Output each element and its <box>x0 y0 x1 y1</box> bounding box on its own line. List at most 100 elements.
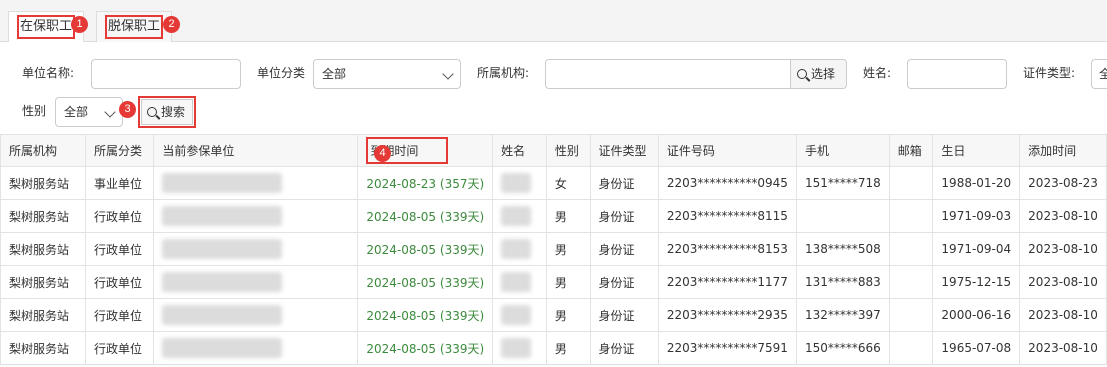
redacted-name <box>501 239 532 259</box>
cell-unit <box>153 298 359 332</box>
unit-category-value: 全部 <box>322 67 347 81</box>
cell-added: 2023-08-10 <box>1019 265 1107 299</box>
org-input[interactable] <box>545 59 791 89</box>
cell-added: 2023-08-10 <box>1019 199 1107 233</box>
cell-id-no: 2203**********8153 <box>657 232 797 266</box>
cell-org: 梨树服务站 <box>0 199 87 233</box>
unit-category-label: 单位分类 <box>257 66 306 80</box>
name-input[interactable] <box>907 59 1007 89</box>
unit-category-select[interactable]: 全部 <box>313 59 461 89</box>
table-row[interactable]: 梨树服务站 事业单位 2024-08-23 (357天) 女 身份证 2203*… <box>0 166 1107 200</box>
cell-gender: 男 <box>545 232 591 266</box>
cell-added: 2023-08-10 <box>1019 298 1107 332</box>
redacted-name <box>501 272 532 292</box>
column-header-added[interactable]: 添加时间 <box>1019 134 1107 167</box>
redacted-unit <box>162 173 283 193</box>
search-icon <box>797 69 807 79</box>
cell-expiry: 2024-08-05 (339天) <box>357 298 494 332</box>
column-header-phone[interactable]: 手机 <box>795 134 890 167</box>
cell-gender: 女 <box>545 166 591 200</box>
cell-expiry: 2024-08-05 (339天) <box>357 199 494 233</box>
cell-id-type: 身份证 <box>589 166 659 200</box>
cell-name <box>492 166 547 200</box>
cell-birthday: 1988-01-20 <box>932 166 1021 200</box>
column-header-name[interactable]: 姓名 <box>492 134 547 167</box>
cell-org: 梨树服务站 <box>0 166 87 200</box>
cell-name <box>492 298 547 332</box>
column-header-birthday[interactable]: 生日 <box>932 134 1021 167</box>
gender-label: 性别 <box>22 104 47 118</box>
cell-birthday: 1971-09-04 <box>932 232 1021 266</box>
cell-email <box>888 166 934 200</box>
column-header-id-no[interactable]: 证件号码 <box>657 134 797 167</box>
cell-gender: 男 <box>545 199 591 233</box>
cell-org: 梨树服务站 <box>0 331 87 365</box>
filter-panel: 单位名称: 单位分类 全部 所属机构: 选择 姓名: 证件类型: 全 性别 全部… <box>0 42 1107 134</box>
cell-category: 行政单位 <box>85 199 155 233</box>
table-row[interactable]: 梨树服务站 行政单位 2024-08-05 (339天) 男 身份证 2203*… <box>0 265 1107 299</box>
search-button[interactable]: 搜索 <box>138 96 196 128</box>
cell-category: 行政单位 <box>85 331 155 365</box>
redacted-name <box>501 338 532 358</box>
cell-birthday: 2000-06-16 <box>932 298 1021 332</box>
cell-id-type: 身份证 <box>589 331 659 365</box>
cell-email <box>888 232 934 266</box>
cell-gender: 男 <box>545 331 591 365</box>
cell-name <box>492 265 547 299</box>
cell-unit <box>153 166 359 200</box>
column-header-id-type[interactable]: 证件类型 <box>589 134 659 167</box>
cell-unit <box>153 232 359 266</box>
cell-id-no: 2203**********0945 <box>657 166 797 200</box>
table-row[interactable]: 梨树服务站 行政单位 2024-08-05 (339天) 男 身份证 2203*… <box>0 232 1107 266</box>
tab-uninsured-employees[interactable]: 脱保职工 <box>96 11 173 42</box>
cell-unit <box>153 265 359 299</box>
cell-expiry: 2024-08-23 (357天) <box>357 166 494 200</box>
table-header-row: 所属机构 所属分类 当前参保单位 到期时间 姓名 性别 证件类型 证件号码 手机… <box>0 134 1107 167</box>
cell-email <box>888 331 934 365</box>
cell-id-type: 身份证 <box>589 298 659 332</box>
redacted-unit <box>162 239 283 259</box>
column-header-unit[interactable]: 当前参保单位 <box>153 134 359 167</box>
table-row[interactable]: 梨树服务站 行政单位 2024-08-05 (339天) 男 身份证 2203*… <box>0 331 1107 365</box>
cell-category: 行政单位 <box>85 265 155 299</box>
gender-select[interactable]: 全部 <box>55 97 123 127</box>
unit-name-label: 单位名称: <box>22 66 75 80</box>
annotation-badge: 4 <box>374 145 391 162</box>
org-select-button[interactable]: 选择 <box>790 59 847 89</box>
table-row[interactable]: 梨树服务站 行政单位 2024-08-05 (339天) 男 身份证 2203*… <box>0 199 1107 233</box>
column-header-email[interactable]: 邮箱 <box>888 134 934 167</box>
redacted-name <box>501 206 532 226</box>
cell-id-no: 2203**********7591 <box>657 331 797 365</box>
cell-birthday: 1975-12-15 <box>932 265 1021 299</box>
id-type-value: 全 <box>1099 67 1107 81</box>
cell-gender: 男 <box>545 265 591 299</box>
cell-phone: 132*****397 <box>795 298 890 332</box>
chevron-down-icon <box>442 68 454 80</box>
id-type-select[interactable]: 全 <box>1091 59 1107 89</box>
column-header-gender[interactable]: 性别 <box>545 134 591 167</box>
cell-email <box>888 265 934 299</box>
cell-category: 行政单位 <box>85 298 155 332</box>
redacted-unit <box>162 305 283 325</box>
id-type-label: 证件类型: <box>1023 66 1076 80</box>
table-row[interactable]: 梨树服务站 行政单位 2024-08-05 (339天) 男 身份证 2203*… <box>0 298 1107 332</box>
search-icon <box>147 107 157 117</box>
cell-id-type: 身份证 <box>589 265 659 299</box>
cell-expiry: 2024-08-05 (339天) <box>357 265 494 299</box>
column-header-org[interactable]: 所属机构 <box>0 134 87 167</box>
column-header-category[interactable]: 所属分类 <box>85 134 155 167</box>
org-label: 所属机构: <box>477 66 530 80</box>
cell-id-no: 2203**********1177 <box>657 265 797 299</box>
annotation-badge: 1 <box>71 16 88 33</box>
cell-org: 梨树服务站 <box>0 265 87 299</box>
cell-added: 2023-08-10 <box>1019 232 1107 266</box>
cell-id-no: 2203**********2935 <box>657 298 797 332</box>
select-button-label: 选择 <box>811 67 836 81</box>
cell-name <box>492 232 547 266</box>
cell-added: 2023-08-23 <box>1019 166 1107 200</box>
cell-id-type: 身份证 <box>589 232 659 266</box>
cell-category: 行政单位 <box>85 232 155 266</box>
cell-expiry: 2024-08-05 (339天) <box>357 232 494 266</box>
gender-value: 全部 <box>64 105 89 119</box>
unit-name-input[interactable] <box>91 59 241 89</box>
